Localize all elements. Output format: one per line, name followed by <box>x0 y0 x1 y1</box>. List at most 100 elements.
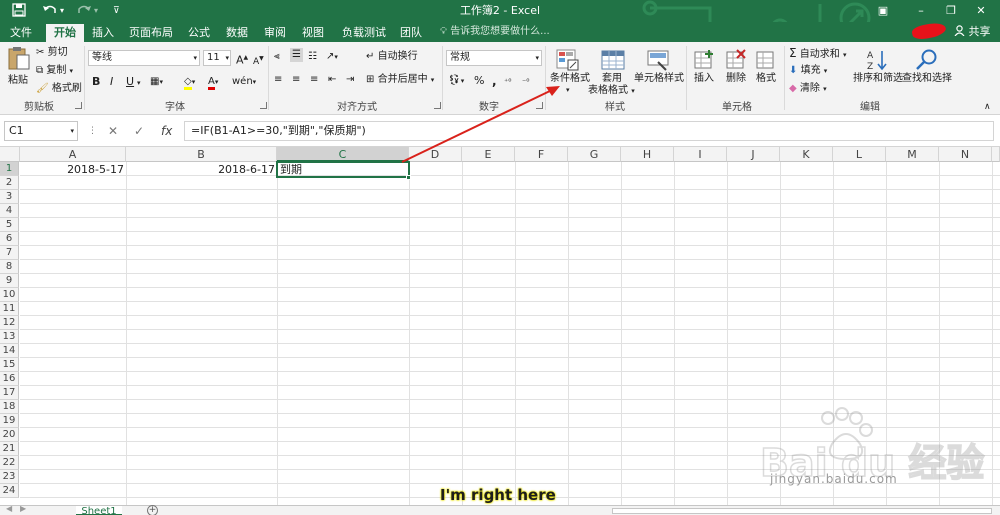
add-sheet-icon[interactable]: + <box>147 505 158 515</box>
increase-indent-button[interactable]: ⇥ <box>346 73 354 87</box>
format-cells-button[interactable]: 格式 <box>752 46 780 96</box>
paste-button[interactable]: 粘贴 <box>6 44 30 88</box>
font-name-select[interactable]: 等线 ▾ <box>88 50 200 66</box>
restore-button[interactable]: ❐ <box>938 2 964 20</box>
close-button[interactable]: ✕ <box>968 2 994 20</box>
row-header-12[interactable]: 12 <box>0 316 19 330</box>
collapse-ribbon-icon[interactable]: ∧ <box>984 100 991 114</box>
cell-styles-button[interactable]: 单元格样式 <box>634 46 684 96</box>
column-header-f[interactable]: F <box>515 147 568 162</box>
column-header-j[interactable]: J <box>727 147 780 162</box>
fill-color-button[interactable]: ◇▾ <box>184 75 195 90</box>
row-header-13[interactable]: 13 <box>0 330 19 344</box>
formula-input[interactable]: =IF(B1-A1>=30,"到期","保质期") <box>184 121 994 141</box>
align-right-button[interactable]: ≡ <box>310 73 318 87</box>
number-format-select[interactable]: 常规 ▾ <box>446 50 542 66</box>
column-header-l[interactable]: L <box>833 147 886 162</box>
shrink-font-button[interactable]: A▼ <box>253 52 264 69</box>
row-header-8[interactable]: 8 <box>0 260 19 274</box>
cell-a1[interactable]: 2018-5-17 <box>22 163 124 177</box>
row-header-7[interactable]: 7 <box>0 246 19 260</box>
row-header-21[interactable]: 21 <box>0 442 19 456</box>
clear-button[interactable]: ◆ 清除 ▾ <box>789 82 827 96</box>
insert-function-icon[interactable]: fx <box>161 121 172 141</box>
increase-decimal-button[interactable]: ⁺⁰ <box>504 75 511 89</box>
row-header-5[interactable]: 5 <box>0 218 19 232</box>
clipboard-launcher-icon[interactable] <box>75 102 82 109</box>
tab-load-test[interactable]: 负载测试 <box>336 24 392 42</box>
tab-data[interactable]: 数据 <box>220 24 254 42</box>
column-header-a[interactable]: A <box>20 147 126 162</box>
orientation-button[interactable]: ↗▾ <box>326 50 338 64</box>
format-painter-button[interactable]: 🖌︎ 格式刷 <box>36 82 82 96</box>
align-top-button[interactable]: ⫷ <box>274 50 280 64</box>
column-header-n[interactable]: N <box>939 147 992 162</box>
name-box[interactable]: C1 ▾ <box>4 121 78 141</box>
row-header-11[interactable]: 11 <box>0 302 19 316</box>
percent-button[interactable]: % <box>474 74 484 88</box>
cell-b1[interactable]: 2018-6-17 <box>128 163 275 177</box>
row-header-14[interactable]: 14 <box>0 344 19 358</box>
row-header-6[interactable]: 6 <box>0 232 19 246</box>
tab-insert[interactable]: 插入 <box>86 24 120 42</box>
row-header-16[interactable]: 16 <box>0 372 19 386</box>
row-header-3[interactable]: 3 <box>0 190 19 204</box>
row-header-24[interactable]: 24 <box>0 484 19 498</box>
sheet-tab-sheet1[interactable]: Sheet1 <box>76 506 122 515</box>
tell-me-box[interactable]: 💡︎ 告诉我您想要做什么... <box>440 24 550 40</box>
decrease-decimal-button[interactable]: ⁻⁰ <box>522 75 529 89</box>
copy-button[interactable]: ⧉ 复制 ▾ <box>36 64 73 78</box>
row-header-17[interactable]: 17 <box>0 386 19 400</box>
scroll-sheets-left-icon[interactable]: ◀ <box>6 504 12 513</box>
share-button[interactable]: 共享 <box>954 23 991 41</box>
insert-cells-button[interactable]: 插入 <box>690 46 718 96</box>
tab-review[interactable]: 审阅 <box>258 24 292 42</box>
phonetic-button[interactable]: wén▾ <box>232 75 256 89</box>
column-header-c[interactable]: C <box>277 147 409 162</box>
cut-button[interactable]: ✂ 剪切 <box>36 46 68 60</box>
decrease-indent-button[interactable]: ⇤ <box>328 73 336 87</box>
alignment-launcher-icon[interactable] <box>434 102 441 109</box>
comma-button[interactable]: , <box>492 74 497 88</box>
row-header-10[interactable]: 10 <box>0 288 19 302</box>
row-header-20[interactable]: 20 <box>0 428 19 442</box>
borders-button[interactable]: ▦▾ <box>150 75 163 89</box>
bold-button[interactable]: B <box>92 75 100 89</box>
align-middle-button[interactable]: ☰ <box>290 48 303 62</box>
column-header-i[interactable]: I <box>674 147 727 162</box>
cancel-entry-icon[interactable]: ✕ <box>108 121 118 141</box>
scroll-sheets-right-icon[interactable]: ▶ <box>20 504 26 513</box>
underline-dropdown-icon[interactable]: ▾ <box>137 76 141 90</box>
autosum-button[interactable]: Σ 自动求和 ▾ <box>789 46 846 62</box>
column-header-h[interactable]: H <box>621 147 674 162</box>
row-header-22[interactable]: 22 <box>0 456 19 470</box>
conditional-formatting-button[interactable]: 条件格式 ▾ <box>548 46 590 96</box>
wrap-text-button[interactable]: ↵ 自动换行 <box>366 50 418 64</box>
align-bottom-button[interactable]: ☷ <box>308 50 317 64</box>
tab-team[interactable]: 团队 <box>394 24 428 42</box>
column-header-g[interactable]: G <box>568 147 621 162</box>
number-launcher-icon[interactable] <box>536 102 543 109</box>
merge-center-button[interactable]: ⊞ 合并后居中 ▾ <box>366 73 434 87</box>
delete-cells-button[interactable]: 删除 <box>722 46 750 96</box>
row-header-19[interactable]: 19 <box>0 414 19 428</box>
row-header-4[interactable]: 4 <box>0 204 19 218</box>
format-as-table-button[interactable]: 套用 表格格式 ▾ <box>588 46 635 96</box>
column-header-d[interactable]: D <box>409 147 462 162</box>
tab-file[interactable]: 文件 <box>4 24 38 42</box>
row-header-18[interactable]: 18 <box>0 400 19 414</box>
minimize-button[interactable]: – <box>908 2 934 20</box>
row-header-9[interactable]: 9 <box>0 274 19 288</box>
column-header-k[interactable]: K <box>780 147 833 162</box>
tab-view[interactable]: 视图 <box>296 24 330 42</box>
fill-handle[interactable] <box>406 175 411 180</box>
column-header-e[interactable]: E <box>462 147 515 162</box>
font-color-button[interactable]: A▾ <box>208 75 218 90</box>
select-all-corner[interactable] <box>0 147 20 162</box>
column-header-b[interactable]: B <box>126 147 277 162</box>
fill-button[interactable]: ⬇ 填充 ▾ <box>789 64 827 78</box>
font-size-select[interactable]: 11 ▾ <box>203 50 231 66</box>
row-header-23[interactable]: 23 <box>0 470 19 484</box>
tab-home[interactable]: 开始 <box>46 24 84 42</box>
italic-button[interactable]: I <box>110 75 113 89</box>
